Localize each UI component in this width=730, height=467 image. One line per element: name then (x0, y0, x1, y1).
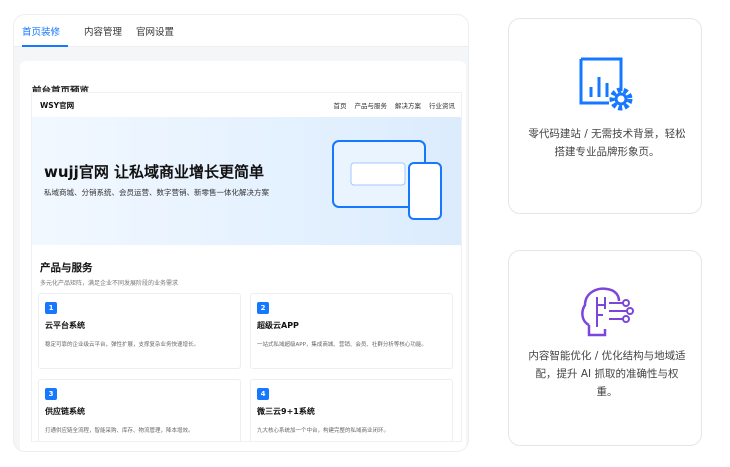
analytics-gear-icon (579, 57, 633, 111)
card-title: 超级云APP (257, 321, 299, 330)
card-description: 九大核心系统加一个中台，构建完整的私域商业闭环。 (257, 428, 390, 434)
product-card-1[interactable]: 1 云平台系统 稳定可靠的企业级云平台，弹性扩展，支撑复杂业务快速增长。 (38, 293, 241, 369)
feature-card-ai-optimization: 内容智能优化 / 优化结构与地域适配，提升 AI 抓取的准确性与权重。 (508, 250, 702, 446)
site-nav-links: 首页 产品与服务 解决方案 行业资讯 (334, 100, 456, 110)
tab-content-management[interactable]: 内容管理 (84, 24, 122, 38)
card-number-badge: 4 (257, 388, 269, 400)
hero-title: wujj官网 让私域商业增长更简单 (44, 163, 265, 181)
nav-link-home[interactable]: 首页 (334, 100, 347, 110)
card-title: 供应链系统 (45, 407, 85, 416)
feature-text: 零代码建站 / 无需技术背景，轻松搭建专业品牌形象页。 (528, 128, 686, 158)
hero-banner: wujj官网 让私域商业增长更简单 私域商城、分销系统、会员运营、数字营销、新零… (32, 117, 461, 245)
active-tab-indicator (22, 45, 68, 47)
card-number-badge: 2 (257, 302, 269, 314)
card-number-badge: 3 (45, 388, 57, 400)
nav-link-solutions[interactable]: 解决方案 (395, 100, 421, 110)
products-title: 产品与服务 (40, 262, 93, 274)
tab-bar: 首页装修 内容管理 官网设置 (14, 15, 468, 47)
feature-text: 内容智能优化 / 优化结构与地域适配，提升 AI 抓取的准确性与权重。 (528, 350, 686, 398)
product-card-4[interactable]: 4 微三云9+1系统 九大核心系统加一个中台，构建完整的私域商业闭环。 (250, 379, 453, 441)
card-number-badge: 1 (45, 302, 57, 314)
card-description: 一站式私域超级APP，集成商城、营销、会员、社群分析等核心功能。 (257, 342, 427, 348)
devices-illustration (332, 140, 442, 220)
ai-brain-icon (581, 287, 634, 337)
site-navbar: WSY官网 首页 产品与服务 解决方案 行业资讯 (32, 93, 461, 117)
products-subtitle: 多元化产品矩阵，满足企业不同发展阶段的业务需求 (40, 280, 179, 287)
nav-link-products[interactable]: 产品与服务 (355, 100, 388, 110)
tab-site-settings[interactable]: 官网设置 (136, 24, 174, 38)
hero-subtitle: 私域商城、分销系统、会员运营、数字营销、新零售一体化解决方案 (44, 188, 269, 197)
card-description: 稳定可靠的企业级云平台，弹性扩展，支撑复杂业务快速增长。 (45, 342, 200, 348)
site-preview: WSY官网 首页 产品与服务 解决方案 行业资讯 wujj官网 让私域商业增长更… (31, 92, 462, 442)
site-brand[interactable]: WSY官网 (40, 100, 74, 111)
nav-link-news[interactable]: 行业资讯 (429, 100, 455, 110)
card-title: 微三云9+1系统 (257, 407, 315, 416)
card-title: 云平台系统 (45, 321, 85, 330)
feature-card-no-code: 零代码建站 / 无需技术背景，轻松搭建专业品牌形象页。 (508, 18, 702, 214)
tab-home-decoration[interactable]: 首页装修 (22, 24, 60, 38)
product-card-3[interactable]: 3 供应链系统 打通供应链全流程，智能采购、库存、物流管理，降本增效。 (38, 379, 241, 441)
product-card-2[interactable]: 2 超级云APP 一站式私域超级APP，集成商城、营销、会员、社群分析等核心功能… (250, 293, 453, 369)
card-description: 打通供应链全流程，智能采购、库存、物流管理，降本增效。 (45, 428, 194, 434)
